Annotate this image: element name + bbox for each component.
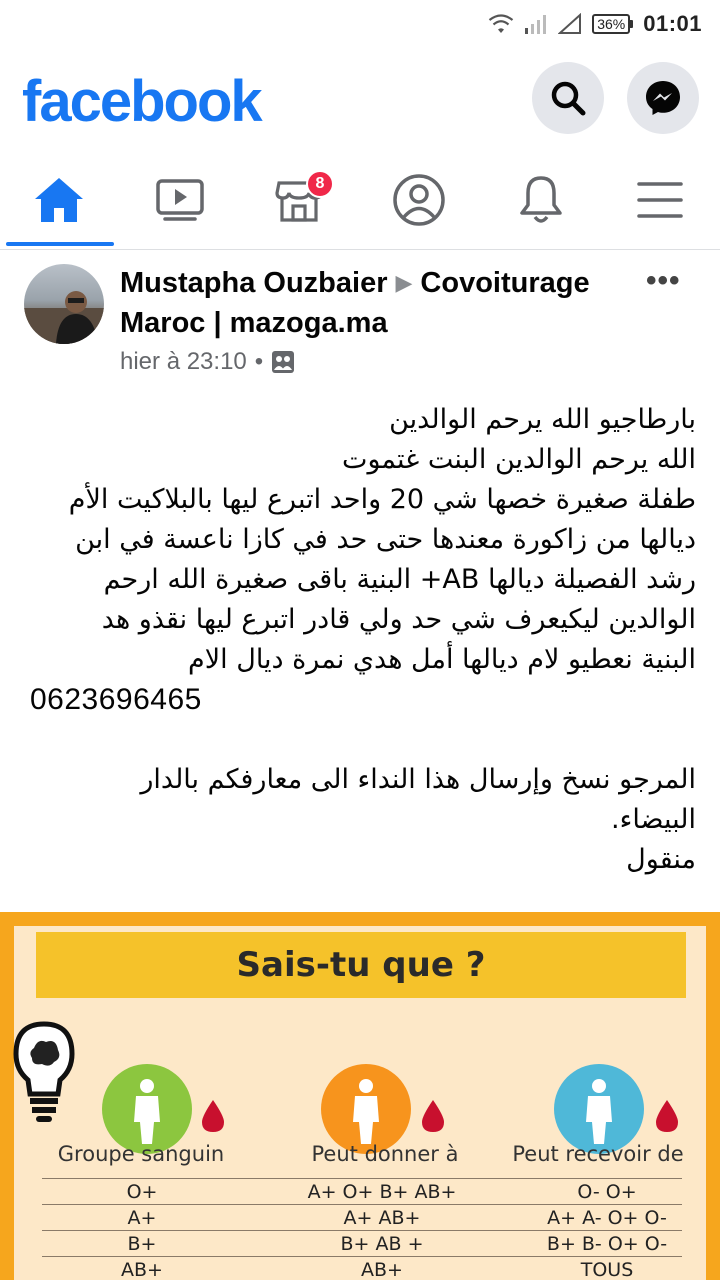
table-cell: B+ xyxy=(127,1233,157,1255)
table-cell: O+ xyxy=(126,1181,158,1203)
tab-profile[interactable] xyxy=(360,152,478,248)
post-text-line: منقول xyxy=(626,844,696,875)
table-cell: A+ A- O+ O- xyxy=(547,1207,667,1229)
table-cell: A+ O+ B+ AB+ xyxy=(307,1181,457,1203)
post-text-line: طفلة صغيرة خصها شي 20 واحد اتبرع ليها با… xyxy=(68,484,696,515)
tab-menu[interactable] xyxy=(601,152,719,248)
tab-watch[interactable] xyxy=(121,152,239,248)
group-audience-icon xyxy=(272,351,295,373)
blood-drop-icon xyxy=(422,1100,444,1132)
table-cell: AB+ xyxy=(361,1259,403,1280)
active-tab-indicator xyxy=(6,242,114,246)
status-bar: 36% 01:01 xyxy=(0,0,720,48)
search-button[interactable] xyxy=(532,62,604,134)
table-cell: AB+ xyxy=(121,1259,163,1280)
facebook-logo[interactable]: facebook xyxy=(22,68,263,135)
post-text-line: البنية نعطيو لام ديالها أمل هدي نمرة ديا… xyxy=(188,644,696,675)
hamburger-menu-icon xyxy=(637,182,683,218)
column-header: Groupe sanguin xyxy=(57,1142,225,1166)
group-name[interactable]: Covoiturage xyxy=(420,267,589,299)
blood-drop-icon xyxy=(656,1100,678,1132)
post-text-line: رشد الفصيلة ديالها AB+ البنية باقى صغيرة… xyxy=(103,564,696,595)
battery-level: 36% xyxy=(592,14,631,34)
post-header: Mustapha Ouzbaier ▶ Covoiturage Maroc | ma… xyxy=(0,250,720,380)
avatar[interactable] xyxy=(24,264,104,344)
search-icon xyxy=(551,81,586,116)
profile-icon xyxy=(393,174,445,226)
infographic: Sais-tu que ? Groupe sanguin Peut donner… xyxy=(13,926,706,1280)
tab-notifications[interactable] xyxy=(482,152,600,248)
group-arrow-icon: ▶ xyxy=(395,270,413,295)
dot-separator: • xyxy=(254,348,264,375)
column-header: Peut donner à xyxy=(311,1142,459,1166)
nav-tabs: 8 xyxy=(0,152,720,250)
battery-indicator: 36% xyxy=(592,14,634,34)
person-icon-orange xyxy=(321,1064,411,1154)
post-text-line: الوالدين ليكيعرف شي حد ولي قادر اتبرع لي… xyxy=(101,604,696,635)
post-timestamp[interactable]: hier à 23:10 xyxy=(120,348,247,376)
bell-icon xyxy=(520,176,562,223)
post-text-line: الله يرحم الوالدين البنت غتموت xyxy=(342,444,696,475)
blood-drop-icon xyxy=(202,1100,224,1132)
author-name[interactable]: Mustapha Ouzbaier xyxy=(120,267,388,299)
table-row: AB+ AB+ TOUS xyxy=(42,1256,682,1280)
table-cell: B+ AB + xyxy=(340,1233,424,1255)
more-options-button[interactable]: ••• xyxy=(646,264,681,298)
person-icon-green xyxy=(102,1064,192,1154)
blood-type-table: O+ A+ O+ B+ AB+ O- O+ A+ A+ AB+ A+ A- O+… xyxy=(42,1178,682,1280)
infographic-title: Sais-tu que ? xyxy=(236,945,486,985)
post-text-line: المرجو نسخ وإرسال هذا النداء الى معارفكم… xyxy=(140,764,696,795)
video-icon xyxy=(156,179,204,221)
wifi-icon xyxy=(489,14,514,33)
lightbulb-brain-icon xyxy=(13,1021,75,1122)
tab-home[interactable] xyxy=(0,152,118,248)
person-icon-blue xyxy=(554,1064,644,1154)
table-cell: A+ xyxy=(127,1207,157,1229)
signal-empty-icon xyxy=(558,13,582,34)
table-cell: TOUS xyxy=(580,1259,634,1280)
post-text-line: ديالها من زاكورة معندها حتى حد في كازا ن… xyxy=(75,524,696,555)
post-body: بارطاجيو الله يرحم الوالدين الله يرحم ال… xyxy=(30,400,696,880)
post-meta: hier à 23:10 • xyxy=(120,348,295,376)
table-row: A+ A+ AB+ A+ A- O+ O- xyxy=(42,1204,682,1230)
notification-badge: 8 xyxy=(306,170,334,198)
table-cell: B+ B- O+ O- xyxy=(546,1233,668,1255)
clock: 01:01 xyxy=(643,11,702,36)
table-cell: O- O+ xyxy=(577,1181,637,1203)
post-image[interactable]: Sais-tu que ? Groupe sanguin Peut donner… xyxy=(0,912,720,1280)
infographic-title-banner: Sais-tu que ? xyxy=(36,932,686,998)
signal-weak-icon xyxy=(525,15,547,34)
messenger-icon xyxy=(646,81,680,115)
group-name-continued[interactable]: Maroc | mazoga.ma xyxy=(120,307,388,339)
tab-marketplace[interactable] xyxy=(240,152,358,248)
post-text-line: البيضاء. xyxy=(611,804,696,835)
table-row: O+ A+ O+ B+ AB+ O- O+ xyxy=(42,1178,682,1204)
post-author-line: Mustapha Ouzbaier ▶ Covoiturage Maroc | ma… xyxy=(120,264,640,342)
table-cell: A+ AB+ xyxy=(343,1207,421,1229)
messenger-button[interactable] xyxy=(627,62,699,134)
app-header: facebook xyxy=(0,48,720,152)
column-header: Peut recevoir de xyxy=(512,1142,684,1166)
table-row: B+ B+ AB + B+ B- O+ O- xyxy=(42,1230,682,1256)
post-text-line: بارطاجيو الله يرحم الوالدين xyxy=(389,404,696,435)
phone-number[interactable]: 0623696465 xyxy=(30,680,696,720)
home-icon xyxy=(35,178,83,222)
